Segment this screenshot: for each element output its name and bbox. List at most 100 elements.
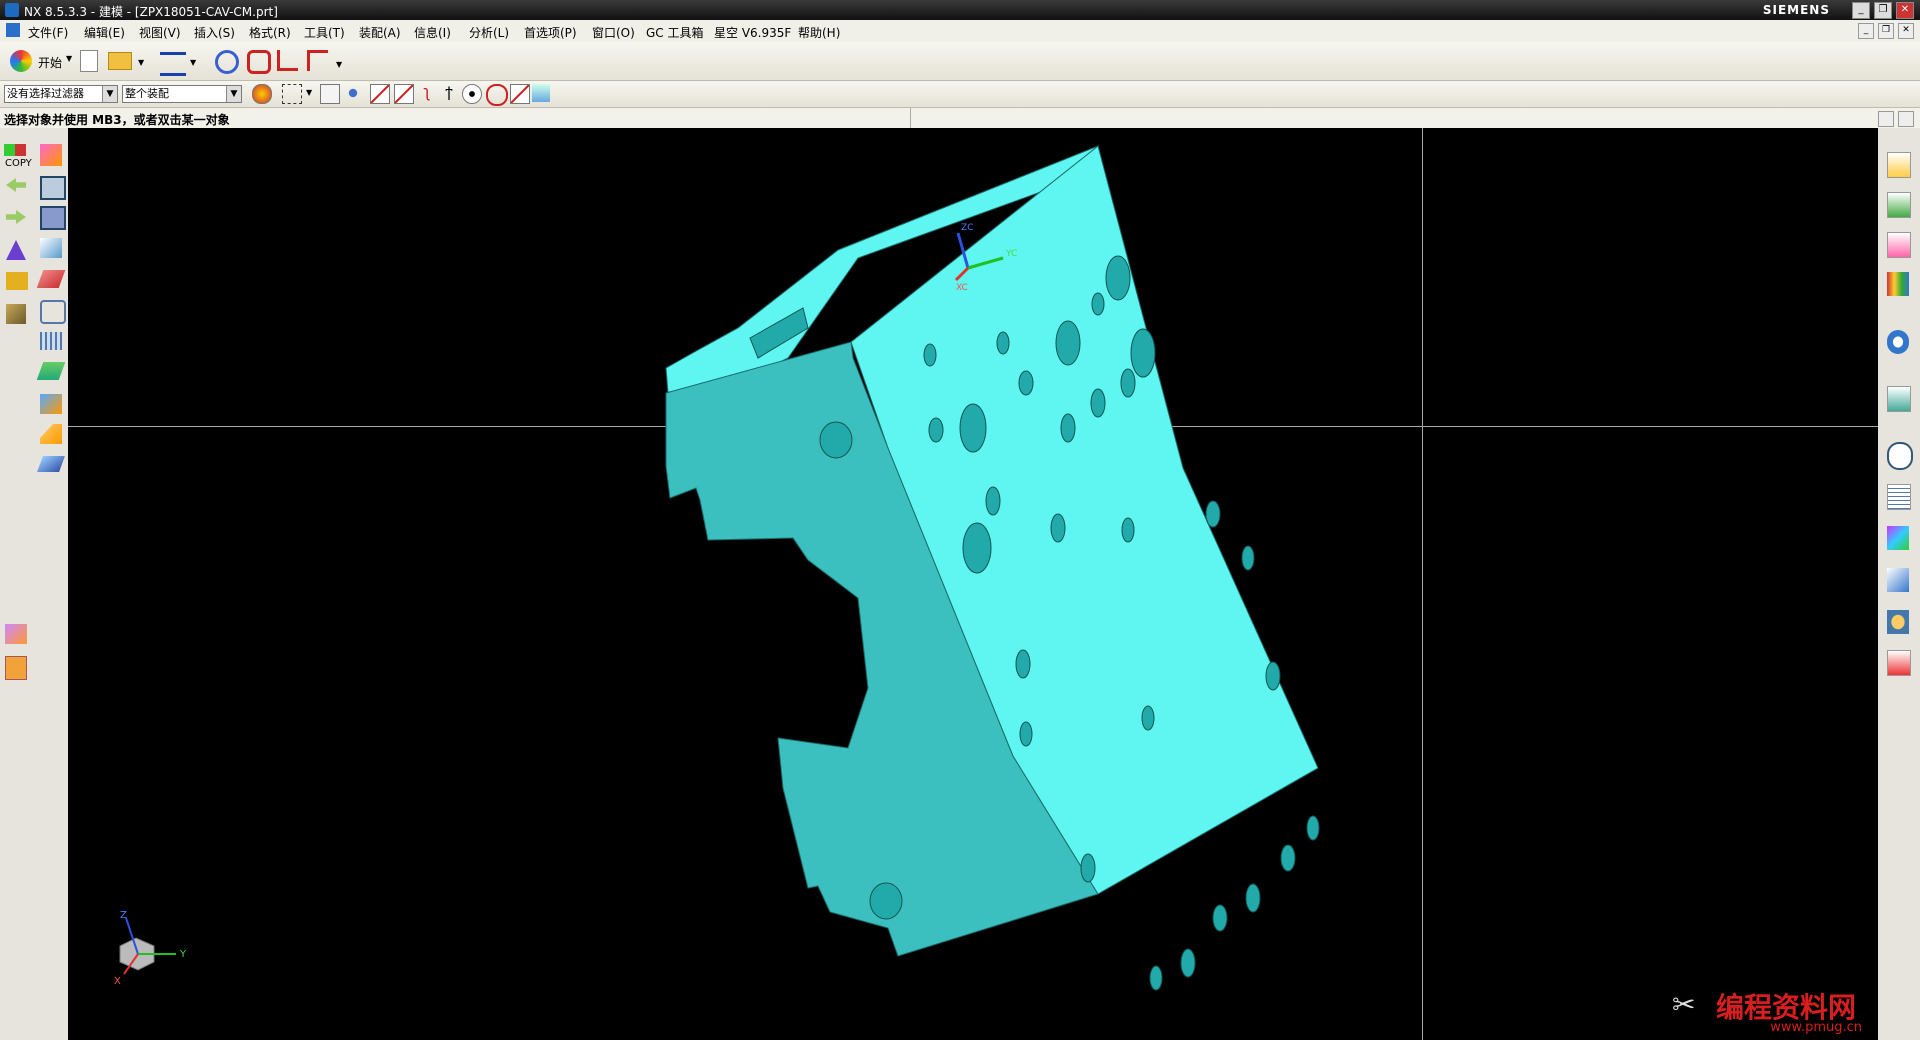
snap-point-icon[interactable] (320, 84, 340, 104)
front-hole-bottom (869, 882, 903, 920)
view-triad (119, 917, 176, 975)
roles-icon[interactable] (1887, 610, 1909, 634)
start-icon[interactable] (10, 50, 32, 72)
graphics-window[interactable]: ZC YC XC Z Y X ✂ 编程资料网 www.pmug.cn (68, 128, 1878, 1040)
sketch-icon[interactable] (247, 50, 271, 74)
wcs-y-label: YC (1005, 249, 1017, 259)
system-scenes-icon[interactable] (1887, 650, 1911, 676)
watermark: ✂ 编程资料网 www.pmug.cn (1672, 986, 1872, 1038)
reuse-library-icon[interactable] (1887, 272, 1909, 296)
sketch-curve-icon[interactable] (307, 50, 328, 71)
mid-point-icon[interactable] (394, 84, 414, 104)
part-navigator-icon[interactable] (1887, 232, 1911, 258)
type-filter-select[interactable]: 没有选择过滤器 ▼ (4, 85, 118, 103)
menu-assembly[interactable]: 装配(A) (359, 24, 401, 41)
point-on-face-icon[interactable] (510, 84, 530, 104)
open-folder-icon[interactable] (108, 52, 132, 70)
restore-button[interactable]: ❐ (1874, 2, 1892, 19)
menu-preferences[interactable]: 首选项(P) (524, 24, 577, 41)
chevron-down-icon[interactable]: ▼ (66, 54, 72, 63)
system-materials-icon[interactable] (1887, 484, 1911, 510)
watermark-url: www.pmug.cn (1770, 1020, 1862, 1035)
extrude-icon[interactable] (40, 144, 62, 166)
system-visual-scenes-icon[interactable] (1887, 526, 1909, 550)
menu-gc-toolbox[interactable]: GC 工具箱 (646, 24, 704, 41)
wcs-z-label: ZC (961, 223, 973, 233)
menu-help[interactable]: 帮助(H) (798, 24, 840, 41)
menu-information[interactable]: 信息(I) (414, 24, 451, 41)
measure-icon[interactable] (160, 52, 186, 76)
book-icon[interactable] (40, 176, 66, 200)
chevron-down-icon[interactable]: ▼ (190, 58, 196, 67)
rectangle-select-icon[interactable] (282, 84, 302, 104)
chevron-down-icon[interactable]: ▼ (306, 88, 312, 97)
menu-file[interactable]: 文件(F) (28, 24, 68, 41)
siemens-brand: SIEMENS (1762, 3, 1830, 17)
start-button[interactable]: 开始 (38, 54, 62, 71)
constraint-navigator-icon[interactable] (1887, 192, 1911, 218)
title-bar: NX 8.5.3.3 - 建模 - [ZPX18051-CAV-CM.prt] … (0, 0, 1920, 20)
plate-icon[interactable] (37, 456, 65, 472)
mass-icon[interactable] (6, 240, 26, 260)
doc-close-button[interactable]: ✕ (1898, 23, 1914, 39)
chevron-down-icon[interactable]: ▼ (102, 86, 117, 102)
doc-restore-button[interactable]: ❐ (1878, 23, 1894, 39)
selection-scope-select[interactable]: 整个装配 ▼ (122, 85, 242, 103)
menu-xingkong[interactable]: 星空 V6.935F (714, 24, 791, 41)
quadrant-point-icon[interactable] (486, 84, 508, 106)
status-toggle-icon[interactable] (1898, 111, 1914, 127)
orient-view-icon[interactable] (215, 50, 239, 74)
chevron-down-icon[interactable]: ▼ (336, 60, 342, 69)
box-icon[interactable] (6, 304, 26, 324)
triad-z-label: Z (120, 910, 127, 921)
doc-minimize-button[interactable]: _ (1858, 23, 1874, 39)
block-icon[interactable] (40, 394, 62, 414)
menu-view[interactable]: 视图(V) (139, 24, 181, 41)
mesh-icon[interactable] (40, 332, 62, 350)
hd3d-icon[interactable] (1887, 330, 1909, 354)
arrow-left-icon[interactable] (6, 178, 26, 192)
menu-edit[interactable]: 编辑(E) (84, 24, 125, 41)
menu-bar: 文件(F) 编辑(E) 视图(V) 插入(S) 格式(R) 工具(T) 装配(A… (0, 20, 1920, 43)
curve-icon[interactable] (277, 50, 298, 71)
corner-icon[interactable] (40, 424, 62, 444)
replace-face-icon[interactable] (40, 300, 66, 324)
color-filter-icon[interactable] (252, 84, 272, 104)
window-title: NX 8.5.3.3 - 建模 - [ZPX18051-CAV-CM.prt] (24, 5, 278, 19)
new-file-icon[interactable] (80, 50, 98, 72)
warning-document-icon[interactable] (5, 656, 27, 680)
resource-bar (1877, 128, 1920, 1040)
face-icon[interactable] (40, 238, 62, 258)
layer-icon[interactable] (36, 362, 66, 380)
end-point-icon[interactable] (370, 84, 390, 104)
chevron-down-icon[interactable]: ▼ (138, 58, 144, 67)
intersection-icon[interactable]: ϯ (440, 84, 458, 102)
copy-label: COPY (5, 158, 32, 169)
close-button[interactable]: ✕ (1896, 2, 1914, 19)
status-divider (910, 108, 911, 128)
model-view[interactable]: ZC YC XC Z Y X (68, 128, 1878, 1040)
feature-icon[interactable] (6, 272, 28, 290)
menu-tools[interactable]: 工具(T) (304, 24, 345, 41)
menu-insert[interactable]: 插入(S) (194, 24, 235, 41)
menu-format[interactable]: 格式(R) (249, 24, 291, 41)
minimize-button[interactable]: _ (1852, 2, 1870, 19)
snap-settings-icon[interactable] (532, 84, 550, 102)
arc-center-icon[interactable] (462, 84, 482, 104)
chevron-down-icon[interactable]: ▼ (226, 86, 241, 102)
status-message: 选择对象并使用 MB3，或者双击某一对象 (4, 113, 230, 127)
copy-icon[interactable] (4, 144, 26, 156)
process-studio-icon[interactable] (1887, 568, 1909, 592)
menu-analysis[interactable]: 分析(L) (469, 24, 509, 41)
arrow-right-icon[interactable] (6, 210, 26, 224)
status-full-screen-icon[interactable] (1878, 111, 1894, 127)
assembly-navigator-icon[interactable] (1887, 152, 1911, 178)
point-on-curve-icon[interactable] (344, 84, 362, 102)
history-icon[interactable] (1887, 442, 1913, 470)
offset-face-icon[interactable] (36, 270, 66, 288)
mirror-icon[interactable] (40, 206, 66, 230)
assembly-icon[interactable] (5, 624, 27, 644)
menu-window[interactable]: 窗口(O) (592, 24, 635, 41)
web-browser-icon[interactable] (1887, 386, 1911, 412)
control-point-icon[interactable]: ʅ (418, 84, 436, 102)
